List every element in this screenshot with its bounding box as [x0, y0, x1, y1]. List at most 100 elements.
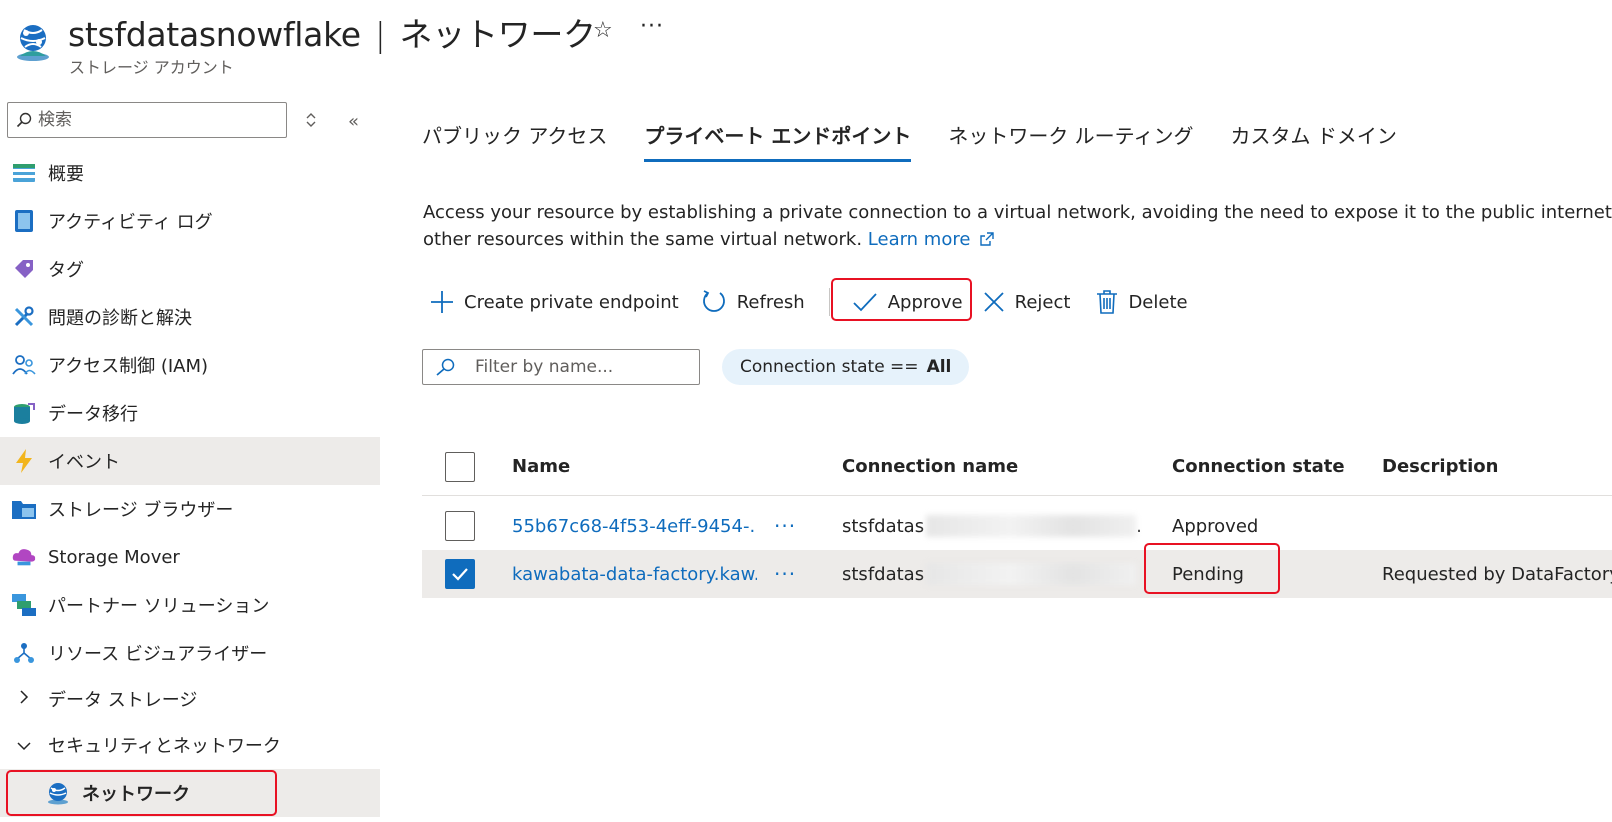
wrench-icon — [12, 305, 36, 329]
description-text: Access your resource by establishing a p… — [423, 199, 1612, 253]
learn-more-label: Learn more — [867, 229, 971, 250]
command-bar: Create private endpoint Refresh Approve … — [430, 284, 1188, 320]
sidebar-nav: 概要 アクティビティ ログ タグ 問題の診断と解決 アクセス制御 (IAM) デ… — [0, 149, 380, 817]
tag-icon — [12, 257, 36, 281]
sidebar-item-label: アクティビティ ログ — [48, 212, 213, 233]
column-header-connection-state[interactable]: Connection state — [1172, 438, 1345, 495]
blade-name: ネットワーク — [399, 15, 597, 54]
sidebar-item-label: タグ — [48, 260, 84, 281]
lightning-icon — [12, 449, 36, 473]
row-checkbox-checked[interactable] — [445, 559, 475, 589]
close-icon — [983, 292, 1004, 312]
row-more-options-icon[interactable]: ··· — [774, 502, 796, 550]
select-all-cell — [445, 438, 475, 495]
filter-by-name-input[interactable] — [475, 357, 695, 377]
highlight-box-pending — [1144, 543, 1280, 594]
search-icon — [16, 112, 32, 128]
trash-icon — [1097, 290, 1118, 314]
sidebar-item-label: イベント — [48, 452, 120, 473]
table-header-row: Name Connection name Connection state De… — [422, 438, 1612, 496]
pill-value: All — [926, 357, 952, 377]
favorite-star-icon[interactable]: ☆ — [593, 18, 613, 43]
description-line-2-text: other resources within the same virtual … — [423, 229, 863, 250]
sort-updown-icon[interactable] — [303, 110, 319, 130]
collapse-sidebar-icon[interactable]: « — [348, 111, 359, 132]
sidebar-item-iam[interactable]: アクセス制御 (IAM) — [0, 341, 380, 389]
highlight-box-approve — [831, 278, 972, 321]
overview-icon — [12, 161, 36, 185]
partner-icon — [12, 593, 36, 617]
sidebar-item-label: パートナー ソリューション — [48, 596, 270, 617]
sidebar-group-data-storage[interactable]: データ ストレージ — [0, 677, 380, 721]
column-header-connection-name[interactable]: Connection name — [842, 438, 1018, 495]
sidebar-item-partner-solutions[interactable]: パートナー ソリューション — [0, 581, 380, 629]
sidebar-group-security-networking[interactable]: セキュリティとネットワーク — [0, 721, 380, 769]
tab-network-routing[interactable]: ネットワーク ルーティング — [948, 120, 1193, 162]
sidebar-item-label: ストレージ ブラウザー — [48, 500, 234, 521]
sidebar-item-label: リソース ビジュアライザー — [48, 644, 268, 665]
column-header-name[interactable]: Name — [512, 438, 570, 495]
sidebar-item-storage-mover[interactable]: Storage Mover — [0, 533, 380, 581]
refresh-icon — [702, 290, 725, 312]
learn-more-link[interactable]: Learn more — [868, 229, 994, 250]
endpoint-name-link[interactable]: 55b67c68-4f53-4eff-9454-... — [512, 502, 757, 550]
sidebar-item-data-migration[interactable]: データ移行 — [0, 389, 380, 437]
refresh-button[interactable]: Refresh — [701, 284, 805, 320]
table-row[interactable]: kawabata-data-factory.kaw... ··· stsfdat… — [422, 550, 1612, 598]
connection-name-cell: stsfdatas . — [842, 502, 1162, 550]
storage-browser-icon — [12, 497, 36, 521]
activity-log-icon — [12, 209, 36, 233]
pill-label: Connection state == — [740, 357, 919, 377]
chevron-down-icon — [12, 736, 36, 755]
sidebar-search[interactable] — [7, 102, 287, 138]
filter-box[interactable] — [422, 349, 700, 385]
description-cell: Requested by DataFactory: — [1382, 563, 1612, 585]
sidebar-item-activity-log[interactable]: アクティビティ ログ — [0, 197, 380, 245]
private-endpoints-table: Name Connection name Connection state De… — [422, 438, 1612, 598]
select-all-checkbox[interactable] — [445, 451, 475, 482]
sidebar-item-resource-visualizer[interactable]: リソース ビジュアライザー — [0, 629, 380, 677]
tab-custom-domain[interactable]: カスタム ドメイン — [1231, 120, 1397, 162]
people-icon — [12, 353, 36, 377]
tab-private-endpoints[interactable]: プライベート エンドポイント — [644, 120, 911, 162]
column-header-description[interactable]: Description — [1382, 438, 1498, 495]
connection-state-filter-pill[interactable]: Connection state == All — [722, 349, 970, 385]
row-more-options-icon[interactable]: ··· — [774, 550, 796, 598]
connection-name-text: stsfdatas — [842, 515, 925, 537]
delete-button[interactable]: Delete — [1096, 284, 1188, 320]
more-options-icon[interactable]: ··· — [640, 14, 664, 39]
resource-name: stsfdatasnowflake — [68, 15, 361, 54]
page-title: stsfdatasnowflake | ネットワーク — [68, 8, 596, 56]
sidebar-item-tags[interactable]: タグ — [0, 245, 380, 293]
sidebar-item-label: Storage Mover — [48, 546, 180, 568]
sidebar-item-label: 概要 — [48, 164, 84, 185]
row-checkbox[interactable] — [445, 511, 475, 541]
redacted-text — [926, 515, 1137, 537]
connection-name-text: stsfdatas — [842, 563, 925, 585]
sidebar-item-diagnose[interactable]: 問題の診断と解決 — [0, 293, 380, 341]
table-row[interactable]: 55b67c68-4f53-4eff-9454-... ··· stsfdata… — [422, 502, 1612, 550]
reject-button[interactable]: Reject — [983, 284, 1070, 320]
highlight-box-networking — [6, 770, 277, 816]
storage-mover-icon — [12, 545, 36, 569]
sidebar-item-label: 問題の診断と解決 — [48, 308, 192, 329]
resource-visualizer-icon — [12, 641, 36, 665]
checkmark-icon — [452, 568, 468, 581]
sidebar-group-label: データ ストレージ — [48, 690, 198, 711]
create-private-endpoint-button[interactable]: Create private endpoint — [430, 284, 679, 320]
sidebar-search-input[interactable] — [38, 110, 278, 130]
endpoint-name-link[interactable]: kawabata-data-factory.kaw... — [512, 550, 757, 598]
search-icon — [436, 358, 455, 376]
data-migration-icon — [12, 401, 36, 425]
title-separator: | — [374, 15, 386, 54]
connection-name-cell: stsfdatas — [842, 550, 1162, 598]
sidebar-item-events[interactable]: イベント — [0, 437, 380, 485]
chevron-right-icon — [12, 689, 36, 709]
sidebar-group-label: セキュリティとネットワーク — [48, 736, 281, 757]
description-line-2: other resources within the same virtual … — [423, 226, 1612, 253]
sidebar-item-storage-browser[interactable]: ストレージ ブラウザー — [0, 485, 380, 533]
toolbar-divider — [828, 288, 830, 316]
tab-public-access[interactable]: パブリック アクセス — [422, 120, 607, 162]
sidebar-item-overview[interactable]: 概要 — [0, 149, 380, 197]
sidebar-item-label: データ移行 — [48, 404, 138, 425]
